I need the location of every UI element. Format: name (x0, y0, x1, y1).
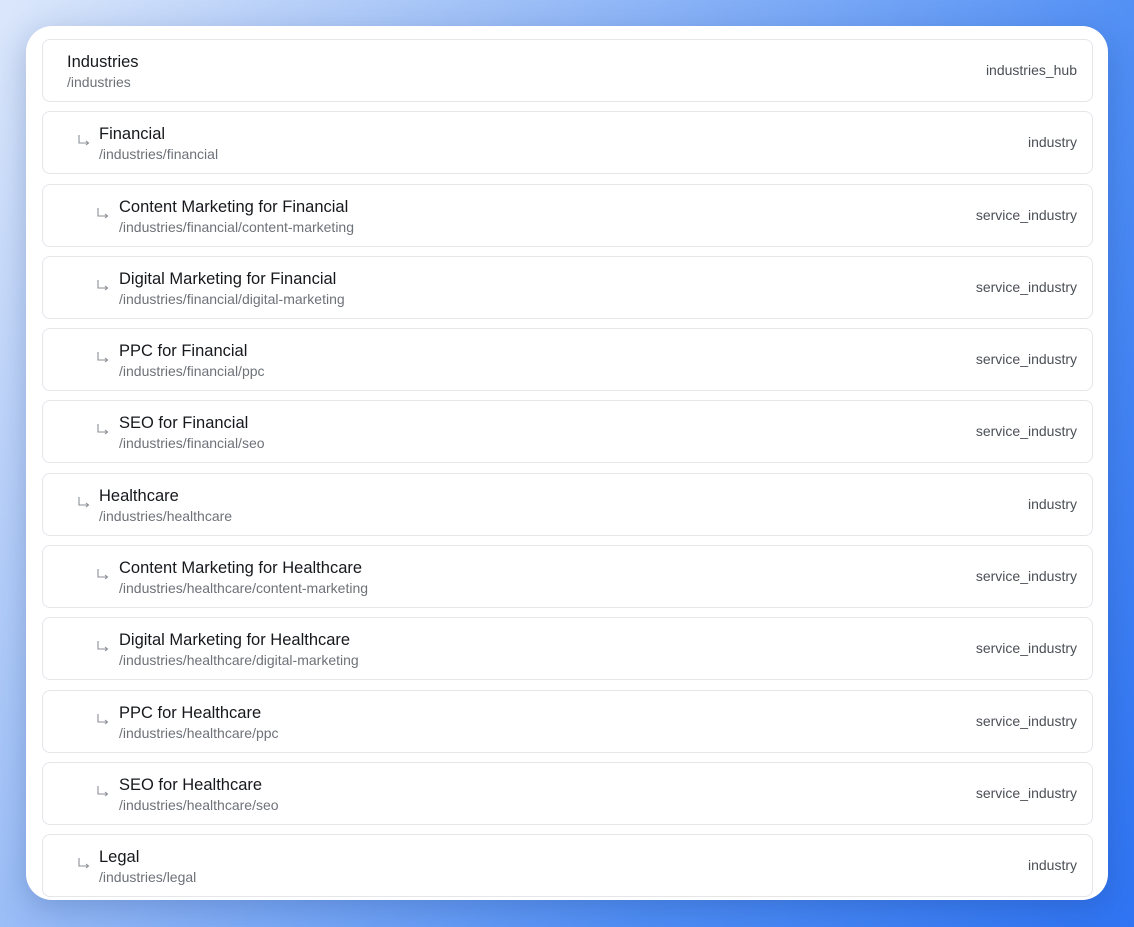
row-path: /industries/healthcare/digital-marketing (119, 652, 359, 669)
row-title: PPC for Healthcare (119, 703, 262, 722)
row-path: /industries/financial/seo (119, 435, 265, 452)
row-path: /industries/financial/ppc (119, 363, 265, 380)
tree-row-digital-marketing-financial[interactable]: Digital Marketing for Financial /industr… (42, 255, 1093, 319)
tree-row-seo-healthcare[interactable]: SEO for Healthcare /industries/healthcar… (42, 761, 1093, 825)
row-path: /industries/legal (99, 869, 197, 886)
row-type-badge: industries_hub (985, 62, 1077, 78)
child-arrow-icon (77, 496, 91, 510)
row-type-badge: service_industry (975, 784, 1077, 801)
tree-row-digital-marketing-healthcare[interactable]: Digital Marketing for Healthcare /indust… (42, 617, 1093, 681)
child-arrow-icon (96, 279, 110, 293)
row-path: /industries/financial (99, 146, 219, 163)
tree-row-healthcare[interactable]: Healthcare /industries/healthcare indust… (42, 472, 1093, 536)
row-title: Digital Marketing for Financial (119, 269, 337, 288)
row-title: Industries (67, 53, 139, 71)
row-title: Content Marketing for Financial (119, 197, 349, 216)
child-arrow-icon (96, 640, 110, 654)
tree-row-financial[interactable]: Financial /industries/financial industry (42, 111, 1093, 175)
child-arrow-icon (96, 713, 110, 727)
row-type-badge: industry (1027, 495, 1077, 512)
child-arrow-icon (77, 857, 91, 871)
row-path: /industries (67, 74, 131, 90)
page-tree-panel: Industries /industries industries_hub Fi… (26, 26, 1108, 900)
row-title: SEO for Financial (119, 414, 249, 433)
row-path: /industries/healthcare/seo (119, 796, 279, 813)
tree-row-seo-financial[interactable]: SEO for Financial /industries/financial/… (42, 400, 1093, 464)
page-tree-list: Industries /industries industries_hub Fi… (42, 39, 1093, 900)
tree-row-legal[interactable]: Legal /industries/legal industry (42, 834, 1093, 898)
row-title: Digital Marketing for Healthcare (119, 631, 351, 650)
row-type-badge: industry (1027, 857, 1077, 874)
row-path: /industries/healthcare/content-marketing (119, 580, 369, 597)
row-type-badge: service_industry (975, 640, 1077, 657)
tree-row-ppc-financial[interactable]: PPC for Financial /industries/financial/… (42, 328, 1093, 392)
child-arrow-icon (96, 351, 110, 365)
row-title: Content Marketing for Healthcare (119, 559, 363, 578)
row-type-badge: service_industry (975, 423, 1077, 440)
tree-row-content-marketing-healthcare[interactable]: Content Marketing for Healthcare /indust… (42, 545, 1093, 609)
row-title: PPC for Financial (119, 342, 248, 361)
tree-row-ppc-healthcare[interactable]: PPC for Healthcare /industries/healthcar… (42, 689, 1093, 753)
row-title: Financial (99, 125, 166, 144)
child-arrow-icon (96, 207, 110, 221)
row-path: /industries/healthcare/ppc (119, 724, 279, 741)
row-type-badge: service_industry (975, 712, 1077, 729)
row-title: SEO for Healthcare (119, 775, 263, 794)
row-title: Healthcare (99, 486, 179, 505)
row-path: /industries/financial/content-marketing (119, 218, 355, 235)
child-arrow-icon (77, 134, 91, 148)
row-type-badge: service_industry (975, 278, 1077, 295)
row-type-badge: industry (1027, 134, 1077, 151)
row-type-badge: service_industry (975, 206, 1077, 223)
child-arrow-icon (96, 785, 110, 799)
row-type-badge: service_industry (975, 568, 1077, 585)
tree-row-industries[interactable]: Industries /industries industries_hub (42, 39, 1093, 102)
tree-row-content-marketing-financial[interactable]: Content Marketing for Financial /industr… (42, 183, 1093, 247)
row-path: /industries/financial/digital-marketing (119, 290, 345, 307)
row-title: Legal (99, 848, 140, 867)
child-arrow-icon (96, 568, 110, 582)
child-arrow-icon (96, 423, 110, 437)
row-path: /industries/healthcare (99, 507, 233, 524)
row-type-badge: service_industry (975, 351, 1077, 368)
